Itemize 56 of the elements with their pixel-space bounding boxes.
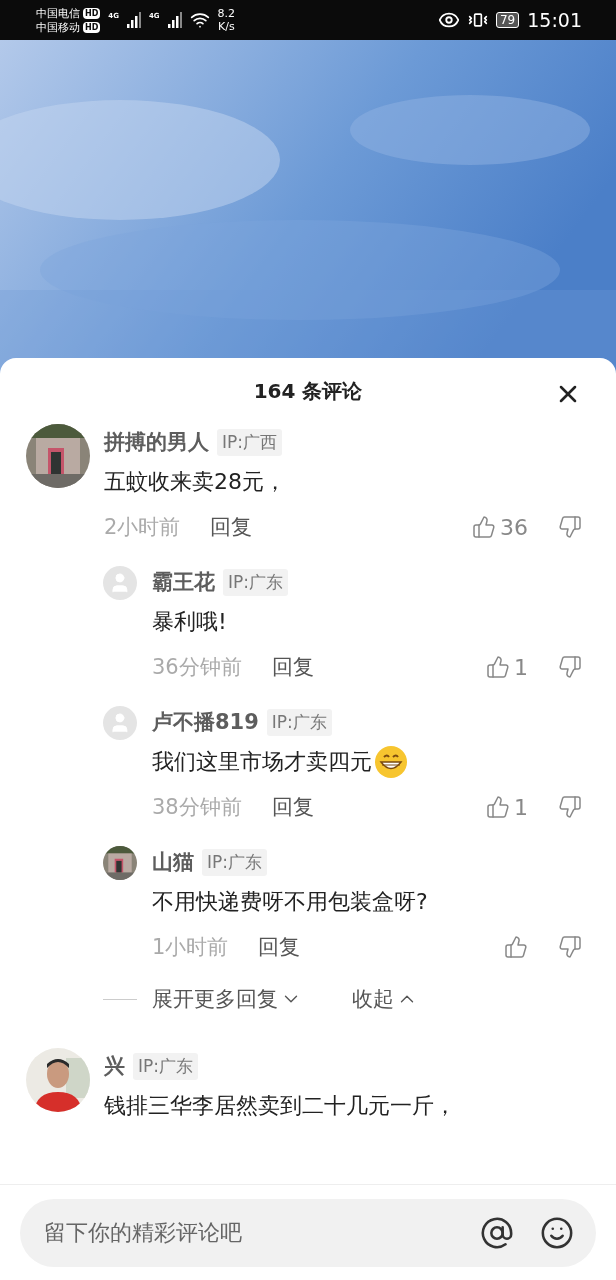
- comment-author[interactable]: 卢不播819: [152, 708, 259, 736]
- avatar-icon: [103, 566, 137, 600]
- thumbs-up-icon: [486, 655, 510, 679]
- comment-time: 36分钟前: [152, 654, 242, 681]
- dislike-button[interactable]: [558, 515, 582, 539]
- mention-icon[interactable]: [480, 1215, 514, 1250]
- reply-button[interactable]: 回复: [271, 653, 314, 681]
- reply-button[interactable]: 回复: [271, 793, 314, 821]
- comment-text: 不用快递费呀不用包装盒呀?: [152, 888, 428, 916]
- comment-text: 我们这里市场才卖四元: [152, 748, 372, 776]
- ip-location-tag: IP:广东: [202, 848, 267, 876]
- ip-location-tag: IP:广东: [223, 568, 288, 596]
- like-button[interactable]: 36: [472, 514, 528, 540]
- comment-input-bar[interactable]: 留下你的精彩评论吧: [20, 1198, 596, 1267]
- thumbs-up-icon: [472, 515, 496, 539]
- comment-text: 五蚊收来卖28元，: [104, 468, 286, 496]
- collapse-link[interactable]: 收起: [352, 985, 418, 1013]
- carrier-name: 中国移动: [36, 20, 80, 34]
- dislike-button[interactable]: [558, 655, 582, 679]
- thumbs-up-icon: [486, 795, 510, 819]
- comment-author[interactable]: 山猫: [152, 848, 194, 876]
- signal-icon: [167, 12, 182, 28]
- comment-time: 1小时前: [152, 934, 229, 961]
- reply-button[interactable]: 回复: [258, 933, 301, 961]
- reply-button[interactable]: 回复: [210, 513, 253, 541]
- like-button[interactable]: [504, 935, 528, 959]
- comment-input-field[interactable]: 留下你的精彩评论吧: [42, 1219, 454, 1246]
- network-speed: 8.2: [217, 7, 236, 20]
- clock-time: 15:01: [527, 9, 582, 31]
- ip-location-tag: IP:广东: [266, 708, 332, 736]
- expand-replies-link[interactable]: 展开更多回复: [152, 985, 302, 1013]
- comment-author[interactable]: 霸王花: [152, 568, 215, 596]
- comment-text: 钱排三华李居然卖到二十几元一斤，: [104, 1092, 456, 1120]
- like-button[interactable]: 1: [486, 654, 528, 680]
- comment-author[interactable]: 拼搏的男人: [104, 428, 209, 456]
- avatar-icon: [103, 706, 137, 740]
- comment-author[interactable]: 兴: [104, 1052, 125, 1080]
- ip-location-tag: IP:广西: [217, 428, 282, 456]
- emoji-icon[interactable]: [540, 1215, 574, 1250]
- hd-badge: HD: [83, 7, 101, 19]
- comment-time: 38分钟前: [152, 794, 242, 821]
- dislike-button[interactable]: [558, 935, 582, 959]
- wifi-icon: [189, 10, 210, 30]
- grin-emoji-icon: [374, 745, 408, 779]
- battery-level: 79: [495, 12, 520, 28]
- carrier-name: 中国电信: [36, 6, 80, 20]
- network-speed: K/s: [218, 20, 235, 33]
- comments-title: 164 条评论: [253, 377, 363, 405]
- dislike-button[interactable]: [558, 795, 582, 819]
- hd-badge: HD: [83, 21, 101, 33]
- comment-time: 2小时前: [104, 514, 181, 541]
- signal-icon: [126, 12, 141, 28]
- ip-location-tag: IP:广东: [133, 1052, 198, 1080]
- like-button[interactable]: 1: [486, 794, 528, 820]
- vibrate-icon: [467, 10, 488, 30]
- comment-text: 暴利哦!: [152, 608, 227, 636]
